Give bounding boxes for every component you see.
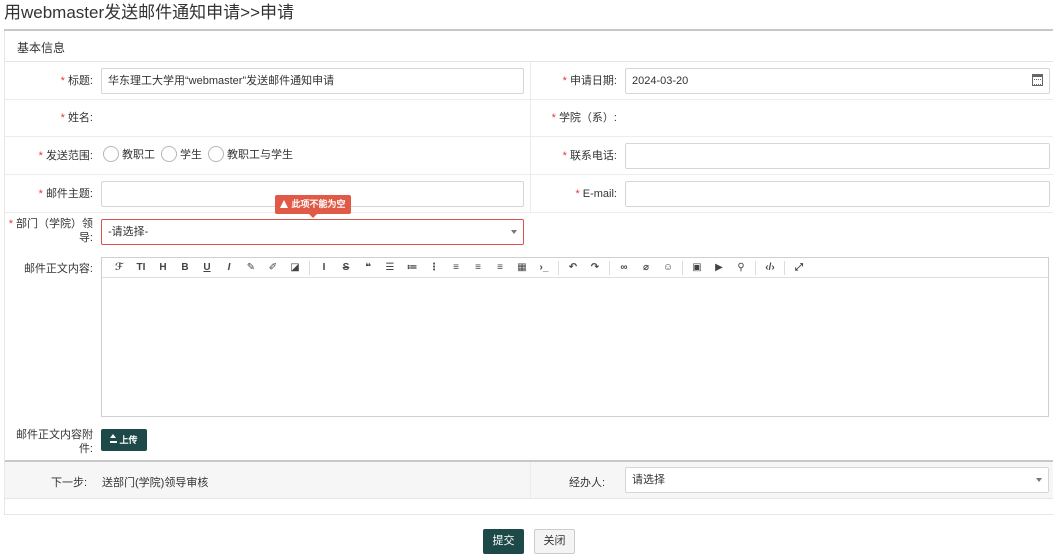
rich-text-editor: ℱ TI H B U I ✎ ✐ ◪ I S ❝ ☰ ≔ ⋮ ≡ ≡ ≡ ▦ ›… [101,257,1049,417]
form-row-mail-subject: * 邮件主题: * E-mail: [5,175,1053,213]
apply-date-label: * 申请日期: [562,75,617,87]
chevron-down-icon [1036,478,1042,482]
handler-placeholder: 请选择 [632,474,665,486]
submit-button[interactable]: 提交 [483,529,524,554]
footer-divider [4,514,1053,515]
quote-icon[interactable]: ❝ [357,259,379,277]
font-icon[interactable]: ℱ [108,259,130,277]
underline-icon[interactable]: U [196,259,218,277]
scope-label: * 发送范围: [38,150,93,162]
next-step-row: 下一步: 送部门(学院)领导审核 经办人: 请选择 [5,462,1053,499]
editor-content-area[interactable] [102,278,1048,416]
eraser-icon[interactable]: ◪ [284,259,306,277]
attachment-label: 邮件正文内容附件: [16,429,93,455]
form-row-subject: * 标题: 华东理工大学用“webmaster”发送邮件通知申请 * 申请日期: 2… [5,62,1053,100]
phone-label: * 联系电话: [562,150,617,162]
apply-date-value: 2024-03-20 [632,75,689,87]
color-icon[interactable]: ✎ [240,259,262,277]
scope-radio-student[interactable] [161,146,177,162]
link-icon[interactable]: ∞ [613,259,635,277]
email-label: * E-mail: [575,188,617,200]
scope-radio-both[interactable] [208,146,224,162]
scope-radio-group: 教职工 学生 教职工与学生 [103,146,299,162]
strikethrough-icon[interactable]: S [335,259,357,277]
next-step-label: 下一步: [51,477,88,489]
video-icon[interactable]: ▶ [708,259,730,277]
scope-radio-staff[interactable] [103,146,119,162]
page-title: 用webmaster发送邮件通知申请>>申请 [4,3,294,22]
scope-option-label: 教职工与学生 [227,149,293,161]
validation-tooltip: 此项不能为空 [275,195,351,218]
redo-icon[interactable]: ↷ [584,259,606,277]
form-panel: 基本信息 * 标题: 华东理工大学用“webmaster”发送邮件通知申请 * 申请… [4,31,1053,515]
handler-label: 经办人: [569,477,606,489]
dept-leader-select[interactable]: -请选择- [101,219,524,245]
unlink-icon[interactable]: ⌀ [635,259,657,277]
number-list-icon[interactable]: ⋮ [423,259,445,277]
college-label: * 学院（系）: [551,112,617,124]
upload-button[interactable]: 上传 [101,429,147,451]
emoji-icon[interactable]: ☺ [657,259,679,277]
form-row-scope: * 发送范围: 教职工 学生 教职工与学生 * 联系电话: [5,137,1053,175]
scope-option-label: 学生 [180,149,202,161]
undo-icon[interactable]: ↶ [562,259,584,277]
name-label: * 姓名: [60,112,93,124]
align-right-icon[interactable]: ≡ [489,259,511,277]
source-code-icon[interactable]: ‹/› [759,259,781,277]
form-row-name: * 姓名: * 学院（系）: [5,100,1053,137]
subject-label: * 标题: [60,75,93,87]
close-button[interactable]: 关闭 [534,529,575,554]
phone-input[interactable] [625,143,1050,169]
email-input[interactable] [625,181,1050,207]
form-row-dept-leader: * 部门（学院）领导: -请选择- [5,213,1053,251]
next-step-value: 送部门(学院)领导审核 [102,477,209,489]
background-color-icon[interactable]: ✐ [262,259,284,277]
chevron-down-icon [511,230,517,234]
subject-input[interactable]: 华东理工大学用“webmaster”发送邮件通知申请 [101,68,524,94]
heading-icon[interactable]: H [152,259,174,277]
fullscreen-icon[interactable]: ⤢ [788,259,810,277]
body-label: 邮件正文内容: [23,263,93,275]
image-icon[interactable]: ▣ [686,259,708,277]
editor-toolbar: ℱ TI H B U I ✎ ✐ ◪ I S ❝ ☰ ≔ ⋮ ≡ ≡ ≡ ▦ ›… [102,258,1048,278]
dept-leader-placeholder: -请选择- [108,226,149,238]
table-icon[interactable]: ▦ [511,259,533,277]
ordered-list-icon[interactable]: ☰ [379,259,401,277]
text-cursor-icon[interactable]: I [313,259,335,277]
calendar-icon[interactable] [1032,74,1043,86]
mail-subject-label: * 邮件主题: [38,188,93,200]
bullet-list-icon[interactable]: ≔ [401,259,423,277]
dept-leader-label: * 部门（学院）领导: [8,218,93,244]
warning-icon [280,200,289,208]
bold-icon[interactable]: B [174,259,196,277]
upload-icon [110,434,118,443]
italic-icon[interactable]: I [218,259,240,277]
align-left-icon[interactable]: ≡ [445,259,467,277]
apply-date-input[interactable]: 2024-03-20 [625,68,1050,94]
align-center-icon[interactable]: ≡ [467,259,489,277]
handler-select[interactable]: 请选择 [625,467,1049,493]
scope-option-label: 教职工 [122,149,155,161]
location-icon[interactable]: ⚲ [730,259,752,277]
code-icon[interactable]: ›_ [533,259,555,277]
section-title: 基本信息 [17,41,66,55]
font-size-icon[interactable]: TI [130,259,152,277]
